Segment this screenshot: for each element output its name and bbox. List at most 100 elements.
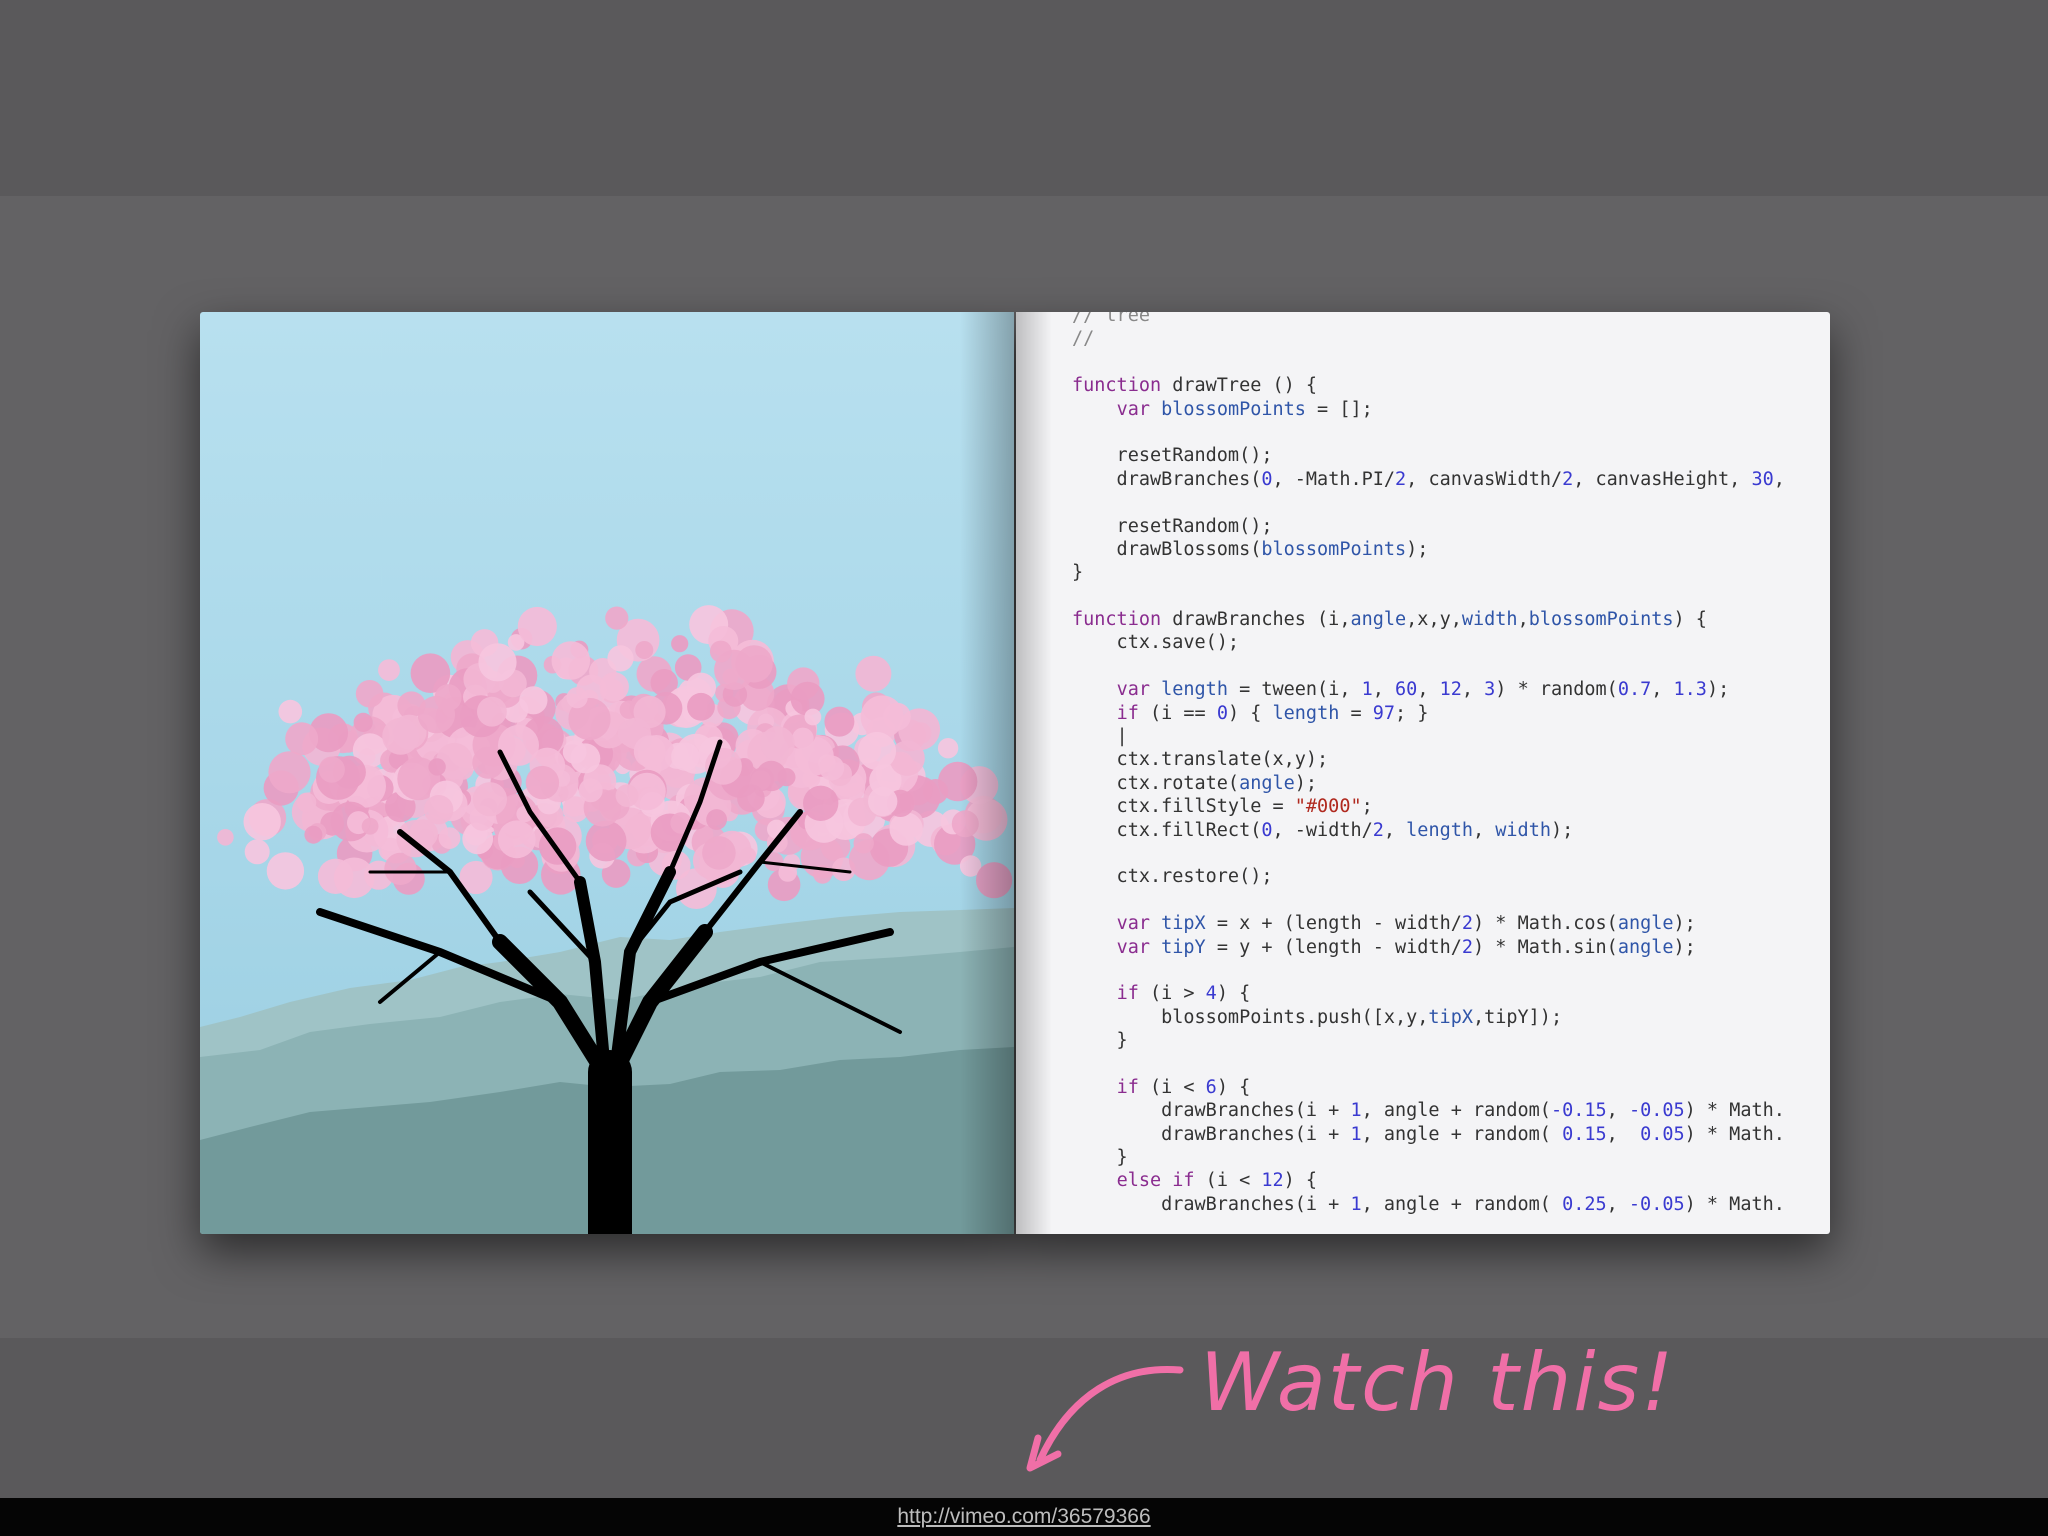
blossom-cluster [937, 738, 959, 759]
code-line: ctx.translate(x,y); [1072, 749, 1329, 771]
blossom-cluster [615, 784, 639, 807]
blossom-cluster [266, 852, 305, 890]
code-line: drawBranches(0, -Math.PI/2, canvasWidth/… [1072, 468, 1785, 490]
blossom-cluster [687, 692, 715, 721]
source-code-listing: // tree // function drawTree () { var blo… [1072, 312, 1785, 1216]
blossom-cluster [855, 655, 892, 692]
code-line: function drawTree () { [1072, 375, 1318, 397]
code-line: if (i < 6) { [1116, 1076, 1251, 1098]
blossom-cluster [296, 792, 317, 813]
code-line: else if (i < 12) { [1116, 1170, 1318, 1192]
blossom-canopy [217, 605, 1013, 909]
blossom-cluster [605, 606, 629, 630]
code-line: var length = tween(i, 1, 60, 12, 3) * ra… [1116, 679, 1730, 701]
blossom-cluster [635, 641, 654, 659]
blossom-cluster [244, 839, 270, 865]
blossom-cluster [384, 852, 417, 886]
blossom-cluster [671, 635, 689, 653]
code-line: ctx.restore(); [1072, 866, 1273, 888]
cherry-tree-illustration [200, 605, 1014, 1234]
code-line: var tipY = y + (length - width/2) * Math… [1116, 936, 1696, 958]
code-line: // tree [1072, 312, 1150, 326]
video-link[interactable]: http://vimeo.com/36579366 [897, 1505, 1150, 1528]
blossom-cluster [578, 778, 603, 803]
code-line: resetRandom(); [1072, 515, 1273, 537]
code-line: | [1072, 726, 1128, 748]
blossom-cluster [760, 726, 795, 761]
blossom-cluster [951, 810, 979, 838]
open-book: // tree // function drawTree () { var blo… [200, 312, 1830, 1234]
code-line: ctx.save(); [1072, 632, 1240, 654]
blossom-cluster [525, 765, 560, 800]
blossom-cluster [709, 640, 732, 663]
blossom-cluster [819, 755, 845, 781]
watch-this-annotation: Watch this! [1200, 1336, 1676, 1429]
blossom-cluster [472, 782, 507, 817]
code-line: if (i == 0) { length = 97; } [1116, 702, 1429, 724]
pointer-arrow-icon [1026, 1365, 1184, 1472]
blossom-cluster [803, 785, 839, 821]
blossom-cluster [551, 641, 591, 680]
code-line: drawBranches(i + 1, angle + random( 0.15… [1072, 1123, 1785, 1145]
blossom-cluster [217, 829, 234, 846]
blossom-cluster [497, 820, 536, 859]
code-line: } [1072, 562, 1084, 584]
book-right-page: // tree // function drawTree () { var blo… [1016, 312, 1830, 1234]
blossom-cluster [285, 722, 319, 756]
code-line: drawBranches(i + 1, angle + random( 0.25… [1072, 1193, 1785, 1215]
blossom-cluster [434, 684, 462, 712]
code-line: resetRandom(); [1072, 445, 1273, 467]
code-line: } [1072, 1147, 1128, 1169]
blossom-cluster [477, 696, 507, 727]
blossom-cluster [735, 645, 773, 683]
code-line: ctx.fillStyle = "#000"; [1072, 796, 1373, 818]
blossom-cluster [853, 833, 874, 854]
blossom-cluster [792, 727, 814, 750]
blossom-cluster [519, 686, 548, 715]
code-line: var tipX = x + (length - width/2) * Math… [1116, 913, 1696, 935]
code-line: } [1072, 1030, 1128, 1052]
code-line: var blossomPoints = []; [1116, 398, 1373, 420]
blossom-cluster [702, 836, 736, 870]
code-line: blossomPoints.push([x,y,tipX,tipY]); [1072, 1006, 1563, 1028]
blossom-cluster [361, 817, 379, 835]
code-line: if (i > 4) { [1116, 983, 1251, 1005]
blossom-cluster [382, 717, 420, 755]
blossom-cluster [438, 827, 461, 849]
blossom-cluster [378, 659, 400, 681]
blossom-cluster [706, 809, 727, 830]
blossom-cluster [633, 695, 666, 729]
blossom-cluster [355, 680, 384, 708]
blossom-cluster [243, 803, 281, 841]
top-band [0, 0, 2048, 196]
blossom-cluster [857, 731, 897, 771]
blossom-cluster [938, 761, 978, 802]
code-line: drawBranches(i + 1, angle + random(-0.15… [1072, 1100, 1785, 1122]
code-line: function drawBranches (i,angle,x,y,width… [1072, 609, 1707, 631]
blossom-cluster [278, 699, 303, 724]
blossom-cluster [304, 825, 323, 844]
blossom-cluster [585, 820, 627, 862]
blossom-cluster [737, 784, 765, 812]
blossom-cluster [268, 751, 311, 794]
blossom-cluster [353, 712, 373, 732]
blossom-cluster [868, 786, 898, 817]
blossom-cluster [889, 812, 923, 846]
code-line: ctx.rotate(angle); [1072, 772, 1318, 794]
blossom-cluster [804, 708, 822, 726]
blossom-cluster [428, 758, 446, 776]
blossom-cluster [478, 643, 517, 682]
code-line: ctx.fillRect(0, -width/2, length, width)… [1072, 819, 1574, 841]
book-left-page [200, 312, 1014, 1234]
blossom-cluster [566, 687, 588, 709]
footer-url-bar: http://vimeo.com/36579366 [0, 1498, 2048, 1536]
code-line: drawBlossoms(blossomPoints); [1072, 538, 1429, 560]
blossom-cluster [671, 742, 700, 771]
blossom-cluster [633, 735, 666, 768]
blossom-cluster [607, 645, 634, 672]
code-line: // [1072, 328, 1095, 350]
